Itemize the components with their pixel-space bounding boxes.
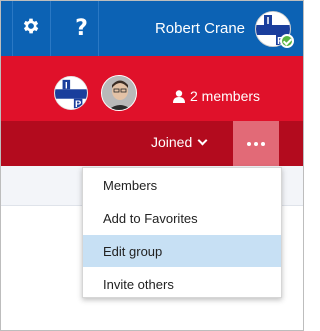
person-photo-icon	[102, 76, 136, 110]
gear-icon	[21, 16, 41, 41]
more-options-button[interactable]	[233, 121, 279, 166]
group-avatar[interactable]: I P	[54, 76, 88, 110]
svg-text:I: I	[65, 80, 68, 91]
menu-item-label: Add to Favorites	[103, 210, 198, 226]
svg-text:I: I	[267, 16, 270, 27]
user-name[interactable]: Robert Crane	[155, 20, 245, 37]
group-header: I P 2 members	[1, 56, 303, 121]
chevron-down-icon	[197, 135, 208, 145]
suite-bar: ? Robert Crane I P	[1, 1, 303, 56]
menu-item-members[interactable]: Members	[83, 169, 281, 201]
members-count-link[interactable]: 2 members	[173, 88, 260, 104]
member-avatar[interactable]	[101, 75, 137, 111]
person-icon	[173, 89, 185, 103]
joined-dropdown[interactable]: Joined	[151, 134, 208, 150]
more-dot	[261, 141, 265, 146]
app-frame: ? Robert Crane I P I P	[0, 0, 304, 331]
help-button[interactable]: ?	[65, 1, 99, 56]
joined-label: Joined	[151, 134, 193, 150]
more-dot	[254, 141, 258, 146]
presence-available-icon	[280, 34, 294, 48]
help-icon: ?	[75, 16, 88, 41]
menu-item-label: Edit group	[103, 243, 163, 259]
group-actions-bar: Joined	[1, 121, 303, 166]
menu-item-label: Members	[103, 177, 158, 193]
menu-item-invite-others[interactable]: Invite others	[83, 268, 281, 300]
svg-text:P: P	[75, 99, 81, 110]
menu-item-add-to-favorites[interactable]: Add to Favorites	[83, 202, 281, 234]
menu-item-edit-group[interactable]: Edit group	[83, 235, 281, 267]
more-dot	[247, 141, 251, 146]
more-options-menu: Members Add to Favorites Edit group Invi…	[82, 167, 282, 298]
members-count-label: 2 members	[190, 88, 261, 104]
settings-button[interactable]	[11, 1, 51, 56]
ip-logo-icon: I P	[55, 77, 87, 110]
menu-item-label: Invite others	[103, 276, 174, 292]
